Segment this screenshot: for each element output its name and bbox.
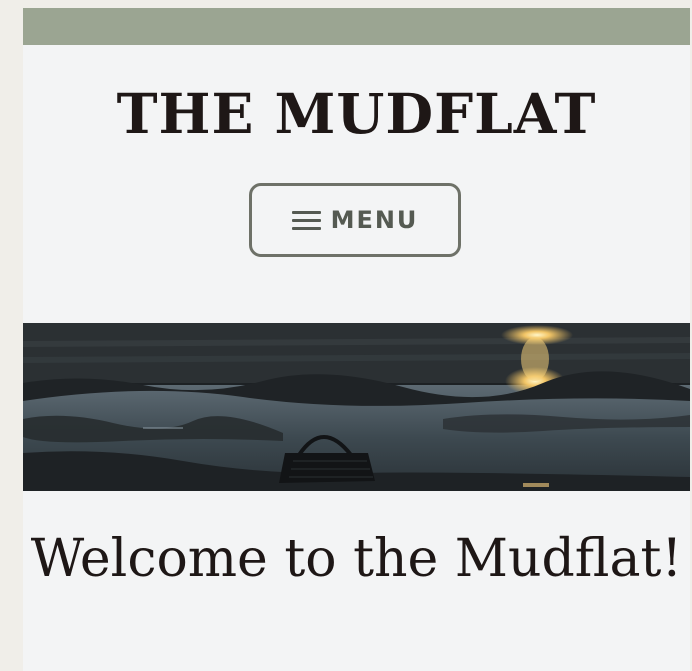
page-container: THE MUDFLAT MENU Welcome to the Mudflat! bbox=[23, 8, 690, 671]
hamburger-icon bbox=[291, 210, 321, 230]
welcome-heading: Welcome to the Mudflat! bbox=[30, 529, 683, 589]
top-accent-band bbox=[23, 8, 690, 45]
menu-label: MENU bbox=[330, 206, 419, 234]
site-title[interactable]: THE MUDFLAT bbox=[23, 86, 690, 141]
hero-image bbox=[23, 323, 690, 491]
menu-button[interactable]: MENU bbox=[249, 183, 461, 257]
